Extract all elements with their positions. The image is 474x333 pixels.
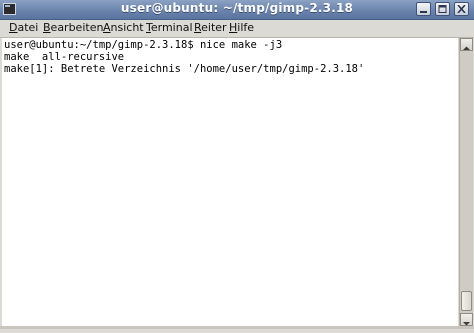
scroll-up-button[interactable] [460,38,473,51]
menu-ansicht[interactable]: Ansicht [103,21,144,34]
arrow-up-icon [463,46,470,50]
menu-datei[interactable]: Datei [9,21,38,34]
terminal-area[interactable]: user@ubuntu:~/tmp/gimp-2.3.18$ nice make… [2,38,458,326]
close-icon [457,5,466,13]
terminal-line: make[1]: Betrete Verzeichnis '/home/user… [4,63,365,75]
maximize-icon [438,5,447,13]
minimize-button[interactable] [416,2,431,16]
scroll-down-button[interactable] [460,313,473,326]
menu-bearbeiten[interactable]: Bearbeiten [43,21,103,34]
menu-reiter[interactable]: Reiter [194,21,227,34]
menu-terminal[interactable]: Terminal [146,21,193,34]
scrollbar-thumb[interactable] [461,291,472,311]
terminal-line: make all-recursive [4,51,125,63]
menu-hilfe[interactable]: Hilfe [229,21,254,34]
menu-bar: Datei Bearbeiten Ansicht Terminal Reiter… [0,20,474,38]
close-button[interactable] [454,2,469,16]
terminal-line: user@ubuntu:~/tmp/gimp-2.3.18$ nice make… [4,39,283,51]
window-title: user@ubuntu: ~/tmp/gimp-2.3.18 [120,1,354,15]
vertical-scrollbar[interactable] [459,38,473,326]
maximize-button[interactable] [435,2,450,16]
minimize-icon [420,11,427,13]
title-bar[interactable]: user@ubuntu: ~/tmp/gimp-2.3.18 [0,0,474,20]
